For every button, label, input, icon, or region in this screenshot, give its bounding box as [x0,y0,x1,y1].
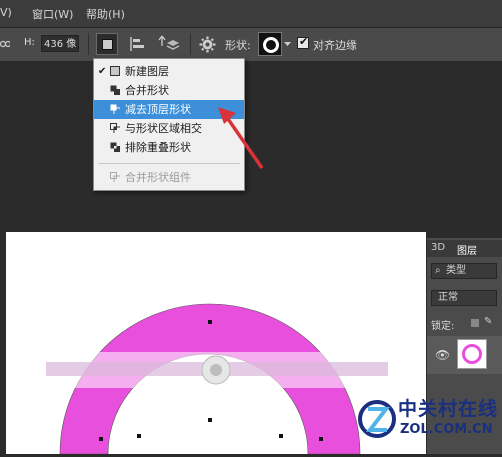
anchor-point[interactable] [208,320,212,324]
blend-mode-select[interactable]: 正常 [431,290,497,306]
check-icon: ✔ [299,35,309,48]
exclude-overlap-icon [110,142,120,152]
tab-3d[interactable]: 3D [431,242,445,253]
shape-label: 形状: [225,39,251,52]
menu-item-view[interactable]: V) [0,6,12,19]
divider [190,33,191,55]
intersect-shapes-icon [110,123,120,133]
anchor-point[interactable] [208,418,212,422]
options-bar: H: 436 像 形状: ✔ 对齐边缘 [0,28,502,62]
menu-item-combine-shapes[interactable]: 合并形状 [94,81,244,100]
path-operations-button[interactable] [96,33,118,55]
subtract-front-shape-icon [110,104,120,114]
checkmark-icon: ✔ [98,66,107,77]
align-edges-label: 对齐边缘 [313,39,357,52]
zol-logo-icon [358,400,396,438]
height-label: H: [24,37,35,48]
menu-item-label: 减去顶层形状 [125,103,191,116]
zol-watermark: 中关村在线 ZOL.COM.CN [356,392,502,454]
shape-picker[interactable] [258,32,282,56]
path-arrangement-icon[interactable] [157,34,181,54]
menu-item-help[interactable]: 帮助(H) [86,6,125,22]
divider [88,33,89,55]
menu-item-new-layer[interactable]: ✔ 新建图层 [94,62,244,81]
layer-row[interactable]: 👁 [427,336,502,374]
layer-thumbnail [457,339,487,369]
anchor-point[interactable] [99,437,103,441]
ring-shape-icon [263,37,279,53]
watermark-brand: 中关村在线 [398,398,499,420]
menu-item-label: 新建图层 [125,65,169,78]
brush-icon[interactable]: ✎ [484,316,492,327]
anchor-point[interactable] [137,434,141,438]
merge-components-icon [110,172,120,182]
search-icon: ⌕ [435,265,441,276]
new-layer-icon [110,66,120,76]
align-edges-checkbox[interactable]: ✔ [297,35,309,49]
menu-bar: V) 窗口(W) 帮助(H) [0,0,502,28]
path-operations-icon [102,39,113,50]
tab-layers[interactable]: 图层 [457,242,477,257]
menu-item-label: 与形状区域相交 [125,122,202,135]
panel-tab-bar: 3D 图层 [427,240,502,257]
gear-icon[interactable] [199,36,216,56]
menu-item-label: 排除重叠形状 [125,141,191,154]
eye-icon[interactable]: 👁 [435,348,450,362]
lock-label: 锁定: [431,321,455,332]
lock-transparency-icon[interactable] [471,319,479,327]
blend-mode-value: 正常 [438,292,458,303]
menu-item-label: 合并形状组件 [125,171,191,184]
filter-value: 类型 [446,265,466,276]
anchor-point[interactable] [279,434,283,438]
anchor-point[interactable] [319,437,323,441]
menu-item-label: 合并形状 [125,84,169,97]
height-input[interactable]: 436 像 [41,35,79,52]
watermark-url: ZOL.COM.CN [400,422,493,437]
annotation-arrow-icon [218,107,264,169]
menu-item-window[interactable]: 窗口(W) [32,6,73,22]
chevron-down-icon[interactable] [284,42,291,62]
link-icon[interactable] [0,39,10,59]
combine-shapes-icon [110,85,120,95]
path-alignment-icon[interactable] [128,35,146,55]
layer-filter-select[interactable]: ⌕ 类型 [431,263,497,279]
